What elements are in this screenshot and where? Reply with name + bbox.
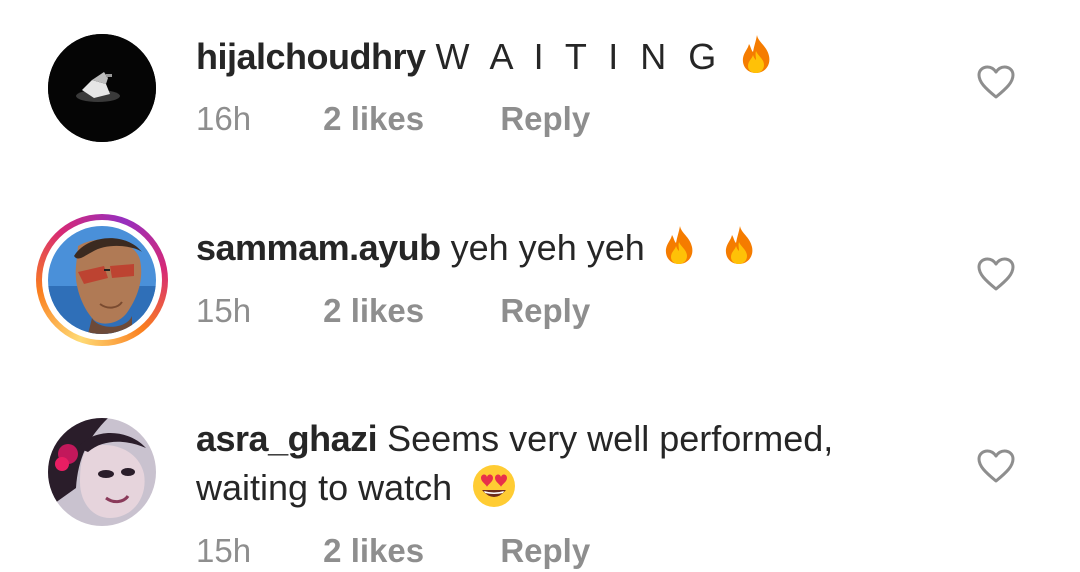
comment-meta: 16h 2 likes Reply [196, 100, 590, 138]
avatar[interactable] [48, 226, 156, 334]
timestamp: 16h [196, 100, 252, 137]
comment-text: Seems very well performed, [387, 418, 834, 459]
reply-button[interactable]: Reply [500, 292, 590, 330]
comment-text-line: sammam.ayub yeh yeh yeh [196, 224, 757, 270]
comment-text-continued: waiting to watch [196, 467, 453, 508]
comment-text: yeh yeh yeh [450, 227, 645, 268]
username[interactable]: sammam.ayub [196, 227, 441, 268]
fire-emoji-icon [743, 35, 770, 73]
story-ring[interactable] [36, 214, 168, 346]
heart-outline-icon[interactable] [976, 256, 1016, 292]
likes-count[interactable]: 2 likes [323, 532, 491, 570]
comment-text: W A I T I N G [435, 36, 723, 77]
heart-eyes-emoji-icon [473, 465, 516, 507]
comment-meta: 15h 2 likes Reply [196, 532, 590, 570]
man-with-sunglasses-photo-icon [48, 226, 156, 334]
avatar[interactable] [48, 34, 156, 142]
comment-text-line: waiting to watch [196, 464, 516, 510]
avatar[interactable] [48, 418, 156, 526]
timestamp: 15h [196, 532, 252, 569]
comment-text-line: hijalchoudhry W A I T I N G [196, 33, 774, 79]
comment-text-line: asra_ghazi Seems very well performed, [196, 417, 833, 461]
heart-outline-icon[interactable] [976, 448, 1016, 484]
timestamp: 15h [196, 292, 252, 329]
likes-count[interactable]: 2 likes [323, 292, 491, 330]
comment-meta: 15h 2 likes Reply [196, 292, 590, 330]
fire-emoji-icon [725, 226, 753, 264]
dark-profile-photo-icon [48, 34, 156, 142]
woman-selfie-photo-icon [48, 418, 156, 526]
fire-emoji-icon [665, 226, 693, 264]
reply-button[interactable]: Reply [500, 100, 590, 138]
heart-outline-icon[interactable] [976, 64, 1016, 100]
username[interactable]: asra_ghazi [196, 418, 378, 459]
username[interactable]: hijalchoudhry [196, 36, 426, 77]
reply-button[interactable]: Reply [500, 532, 590, 570]
likes-count[interactable]: 2 likes [323, 100, 491, 138]
